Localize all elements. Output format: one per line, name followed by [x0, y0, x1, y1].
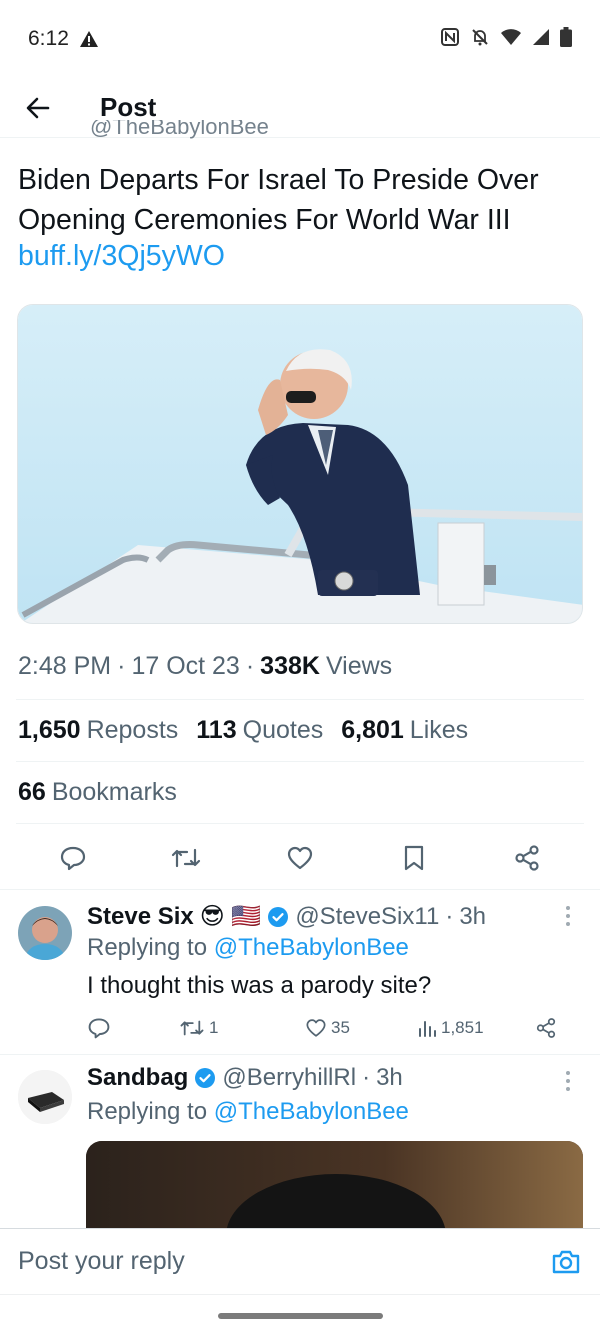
status-bar: 6:12	[0, 0, 600, 78]
reposts-stat[interactable]: 1,650 Reposts	[18, 716, 178, 745]
quotes-count: 113	[196, 716, 237, 744]
share-icon	[536, 1018, 556, 1038]
battery-icon	[560, 26, 572, 52]
author-handle[interactable]: @SteveSix11	[295, 903, 439, 931]
status-time: 6:12	[28, 27, 69, 50]
home-gesture-bar[interactable]	[218, 1313, 383, 1319]
reply-button[interactable]	[87, 1016, 179, 1040]
tweet-action-bar	[0, 830, 600, 886]
bookmark-icon	[404, 845, 423, 871]
status-icons	[440, 26, 572, 52]
reposts-count: 1,650	[18, 716, 81, 744]
replying-mention[interactable]: @TheBabylonBee	[214, 934, 409, 961]
tweet-meta: 2:48 PM · 17 Oct 23 · 338K Views	[18, 652, 392, 681]
more-options-icon[interactable]	[558, 904, 578, 928]
reply-icon	[88, 1018, 110, 1039]
reply-author-row: Sandbag @BerryhillRl · 3h	[87, 1064, 403, 1092]
reply-image[interactable]	[86, 1141, 583, 1231]
wifi-icon	[500, 28, 522, 51]
share-button[interactable]	[503, 834, 551, 882]
likes-stat[interactable]: 6,801 Likes	[341, 716, 468, 745]
views-count: 1,851	[441, 1018, 484, 1037]
divider	[16, 699, 584, 700]
author-handle-clipped[interactable]: @TheBabylonBee	[90, 120, 269, 142]
camera-icon	[552, 1250, 580, 1273]
mute-bell-icon	[470, 27, 490, 52]
repost-icon	[172, 848, 201, 868]
replying-to: Replying to @TheBabylonBee	[87, 1098, 409, 1126]
replying-label: Replying to	[87, 1098, 208, 1125]
meta-separator: ·	[117, 652, 126, 680]
back-button[interactable]	[18, 88, 58, 128]
bookmark-button[interactable]	[390, 834, 438, 882]
likes-label: Likes	[409, 716, 469, 744]
reply-author-row: Steve Six 😎 🇺🇸 @SteveSix11 · 3h	[87, 902, 486, 931]
reply-composer	[0, 1228, 600, 1294]
replying-mention[interactable]: @TheBabylonBee	[214, 1098, 409, 1125]
quotes-label: Quotes	[242, 716, 324, 744]
like-count: 35	[331, 1018, 350, 1037]
nfc-icon	[440, 27, 460, 52]
warning-icon	[79, 30, 99, 48]
reply-action-bar: 1 35 1,851	[87, 1016, 577, 1040]
arrow-left-icon	[26, 97, 50, 118]
reply-text: I thought this was a parody site?	[87, 972, 432, 999]
tweet-date: 17 Oct 23	[131, 652, 240, 680]
reply-button[interactable]	[49, 834, 97, 882]
author-name[interactable]: Sandbag	[87, 1064, 188, 1092]
repost-button[interactable]	[162, 834, 210, 882]
share-icon	[515, 845, 539, 871]
likes-count: 6,801	[341, 716, 404, 744]
bookmarks-label: Bookmarks	[51, 778, 177, 806]
like-icon	[306, 1019, 326, 1037]
replying-label: Replying to	[87, 934, 208, 961]
author-handle[interactable]: @BerryhillRl	[222, 1064, 356, 1092]
verified-badge-icon	[268, 906, 289, 927]
author-name[interactable]: Steve Six	[87, 903, 194, 931]
like-button[interactable]	[276, 834, 324, 882]
tweet-time: 2:48 PM	[18, 652, 112, 680]
reply-time: 3h	[459, 902, 487, 930]
tweet-image[interactable]	[17, 304, 583, 624]
share-button[interactable]	[535, 1017, 557, 1039]
signal-icon	[532, 28, 550, 51]
replying-to: Replying to @TheBabylonBee	[87, 934, 409, 962]
repost-button[interactable]: 1	[179, 1016, 305, 1040]
reply-photo	[86, 1141, 583, 1231]
avatar[interactable]	[18, 1070, 72, 1124]
repost-icon	[180, 1020, 204, 1036]
divider	[16, 823, 584, 824]
views-button[interactable]: 1,851	[417, 1018, 535, 1038]
author-emoji: 😎 🇺🇸	[199, 903, 262, 930]
reply-time: 3h	[376, 1064, 403, 1091]
views-count: 338K	[260, 652, 320, 680]
page-title: Post	[100, 92, 157, 122]
views-label[interactable]: Views	[326, 652, 392, 681]
avatar[interactable]	[18, 906, 72, 960]
quotes-stat[interactable]: 113 Quotes	[196, 716, 323, 745]
camera-button[interactable]	[550, 1246, 582, 1278]
tweet-text: Biden Departs For Israel To Preside Over…	[18, 164, 539, 236]
verified-badge-icon	[195, 1068, 216, 1088]
repost-count: 1	[209, 1018, 219, 1037]
like-button[interactable]: 35	[305, 1017, 417, 1039]
reposts-label: Reposts	[86, 716, 179, 744]
more-options-icon[interactable]	[558, 1069, 578, 1093]
views-icon	[419, 1021, 436, 1037]
engagement-stats: 1,650 Reposts 113 Quotes 6,801 Likes	[18, 716, 468, 745]
reply-icon	[60, 846, 85, 871]
divider	[16, 761, 584, 762]
meta-separator: ·	[362, 1064, 371, 1091]
reply-item[interactable]: Steve Six 😎 🇺🇸 @SteveSix11 · 3h Replying…	[0, 890, 600, 1055]
bookmarks-count: 66	[18, 778, 46, 806]
reply-input[interactable]	[18, 1247, 550, 1276]
meta-separator: ·	[445, 902, 454, 930]
like-icon	[287, 846, 313, 870]
bookmarks-stat[interactable]: 66 Bookmarks	[18, 778, 177, 807]
meta-separator: ·	[245, 652, 255, 680]
tweet-photo	[18, 305, 582, 623]
tweet-link[interactable]: buff.ly/3Qj5yWO	[18, 240, 225, 273]
